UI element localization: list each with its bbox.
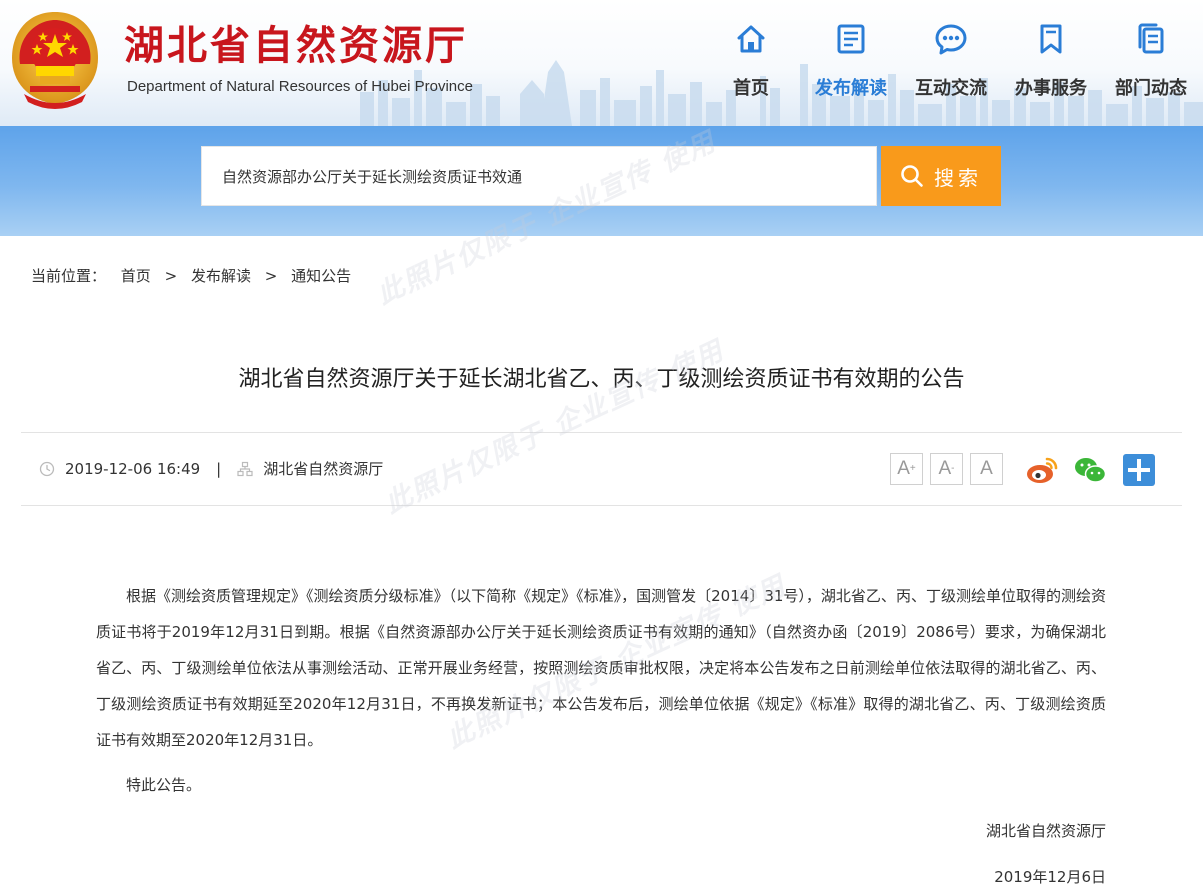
more-share-icon[interactable]	[1122, 453, 1156, 487]
main-navigation: 首页 发布解读 互动交流 办事服务 部门动态	[0, 0, 1203, 126]
font-increase-button[interactable]: A +	[890, 453, 923, 485]
search-button[interactable]: 搜索	[881, 146, 1001, 206]
search-button-label: 搜索	[934, 167, 982, 190]
nav-label: 发布解读	[815, 78, 887, 99]
copy-pages-icon	[1138, 23, 1164, 54]
nav-item-interaction[interactable]: 互动交流	[906, 22, 996, 102]
article-signature: 湖北省自然资源厅	[985, 822, 1106, 840]
breadcrumb-notice-link[interactable]: 通知公告	[291, 267, 351, 285]
article-source: 湖北省自然资源厅	[263, 460, 384, 478]
breadcrumb-separator: >	[164, 267, 178, 285]
article-closing: 特此公告。	[126, 776, 202, 794]
home-icon	[737, 25, 765, 53]
font-decrease-button[interactable]: A-	[930, 453, 963, 485]
nav-item-services[interactable]: 办事服务	[1006, 22, 1096, 102]
search-icon	[901, 165, 923, 187]
article-meta: 2019-12-06 16:49 | 湖北省自然资源厅	[39, 459, 383, 479]
publish-datetime: 2019-12-06 16:49	[65, 460, 201, 478]
chat-bubble-icon	[935, 24, 967, 55]
nav-item-release-interpretation[interactable]: 发布解读	[806, 22, 896, 102]
article-sign-date: 2019年12月6日	[994, 868, 1106, 886]
article-body: 根据《测绘资质管理规定》《测绘资质分级标准》（以下简称《规定》《标准》，国测管发…	[96, 578, 1106, 803]
breadcrumb-separator: >	[264, 267, 278, 285]
font-size-controls: A + A- A	[890, 453, 1010, 485]
article-paragraph: 根据《测绘资质管理规定》《测绘资质分级标准》（以下简称《规定》《标准》，国测管发…	[96, 587, 1106, 749]
breadcrumb-release-link[interactable]: 发布解读	[191, 267, 251, 285]
article-meta-bar: 2019-12-06 16:49 | 湖北省自然资源厅 A + A- A	[21, 432, 1182, 506]
breadcrumb: 当前位置： 首页 > 发布解读 > 通知公告	[31, 266, 351, 286]
weibo-icon[interactable]	[1025, 453, 1059, 487]
document-icon	[837, 24, 865, 54]
breadcrumb-label: 当前位置：	[31, 267, 107, 285]
meta-divider: |	[216, 460, 222, 478]
nav-label: 首页	[733, 78, 769, 99]
breadcrumb-home-link[interactable]: 首页	[121, 267, 151, 285]
organization-icon	[237, 461, 253, 477]
wechat-icon[interactable]	[1073, 453, 1107, 487]
nav-item-home[interactable]: 首页	[706, 22, 796, 102]
font-reset-button[interactable]: A	[970, 453, 1003, 485]
nav-label: 互动交流	[915, 78, 987, 99]
nav-label: 办事服务	[1015, 78, 1087, 99]
article-title: 湖北省自然资源厅关于延长湖北省乙、丙、丁级测绘资质证书有效期的公告	[238, 367, 965, 392]
bookmark-icon	[1040, 24, 1062, 54]
nav-label: 部门动态	[1115, 78, 1187, 99]
search-input[interactable]	[201, 146, 877, 206]
search-band: 搜索	[0, 126, 1203, 236]
nav-item-department-news[interactable]: 部门动态	[1106, 22, 1196, 102]
clock-icon	[39, 461, 55, 477]
site-header: 湖北省自然资源厅 Department of Natural Resources…	[0, 0, 1203, 126]
